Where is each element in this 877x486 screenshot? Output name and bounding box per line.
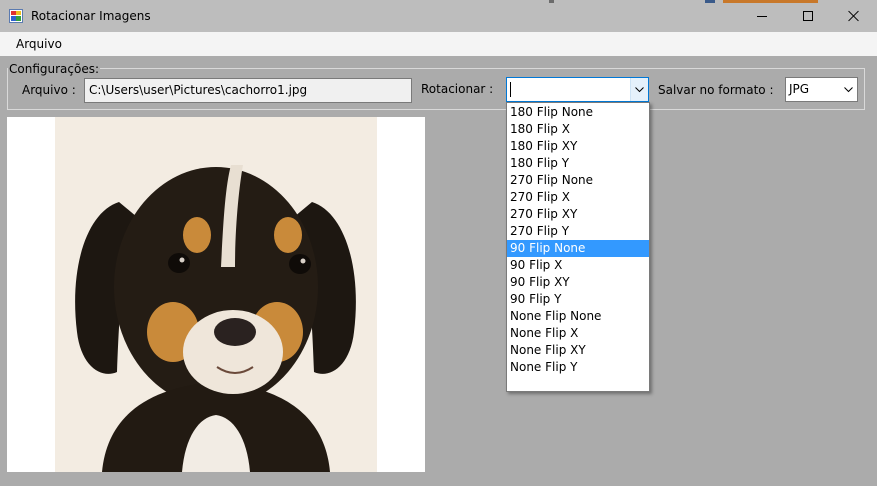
file-label: Arquivo : <box>22 83 76 97</box>
main-content: Configurações: Arquivo : C:\Users\user\P… <box>0 56 877 486</box>
text-caret <box>510 82 511 97</box>
window-title: Rotacionar Imagens <box>31 9 151 23</box>
dropdown-option[interactable]: 90 Flip Y <box>507 291 649 308</box>
config-legend: Configurações: <box>8 62 101 76</box>
format-label: Salvar no formato : <box>658 83 774 97</box>
minimize-button[interactable] <box>739 0 785 32</box>
background-window-strip <box>549 0 554 3</box>
background-window-strip <box>705 0 715 3</box>
app-icon <box>9 9 23 23</box>
menu-bar: Arquivo <box>0 32 877 56</box>
dropdown-option[interactable]: 180 Flip XY <box>507 138 649 155</box>
minimize-icon <box>757 15 767 17</box>
close-icon <box>848 10 860 22</box>
dropdown-option[interactable]: 270 Flip X <box>507 189 649 206</box>
close-button[interactable] <box>831 0 877 32</box>
dropdown-option[interactable]: 180 Flip X <box>507 121 649 138</box>
dropdown-option[interactable]: None Flip X <box>507 325 649 342</box>
chevron-down-icon <box>635 86 644 92</box>
rotate-dropdown-button[interactable] <box>630 78 648 101</box>
maximize-icon <box>803 11 813 21</box>
dropdown-option[interactable]: 180 Flip None <box>507 104 649 121</box>
image-preview <box>7 117 425 472</box>
dropdown-option[interactable]: 90 Flip XY <box>507 274 649 291</box>
dropdown-option[interactable]: 270 Flip XY <box>507 206 649 223</box>
rotate-label: Rotacionar : <box>421 82 494 96</box>
dropdown-option[interactable]: 90 Flip X <box>507 257 649 274</box>
maximize-button[interactable] <box>785 0 831 32</box>
dropdown-option[interactable]: 180 Flip Y <box>507 155 649 172</box>
puppy-photo <box>55 117 377 472</box>
dropdown-option[interactable]: None Flip XY <box>507 342 649 359</box>
format-combobox[interactable]: JPG <box>785 77 858 102</box>
menu-arquivo[interactable]: Arquivo <box>6 35 72 53</box>
title-bar: Rotacionar Imagens <box>0 0 877 32</box>
rotate-combobox[interactable] <box>506 77 649 102</box>
file-path-field[interactable]: C:\Users\user\Pictures\cachorro1.jpg <box>84 78 412 103</box>
format-value: JPG <box>789 82 810 96</box>
format-dropdown-button[interactable] <box>839 78 857 101</box>
dropdown-option[interactable]: 270 Flip Y <box>507 223 649 240</box>
dropdown-option[interactable]: None Flip None <box>507 308 649 325</box>
rotate-dropdown-list: 180 Flip None 180 Flip X 180 Flip XY 180 Fl… <box>506 102 650 392</box>
dropdown-option[interactable]: 90 Flip None <box>507 240 649 257</box>
dropdown-option[interactable]: 270 Flip None <box>507 172 649 189</box>
chevron-down-icon <box>843 86 853 92</box>
dropdown-option[interactable]: None Flip Y <box>507 359 649 376</box>
